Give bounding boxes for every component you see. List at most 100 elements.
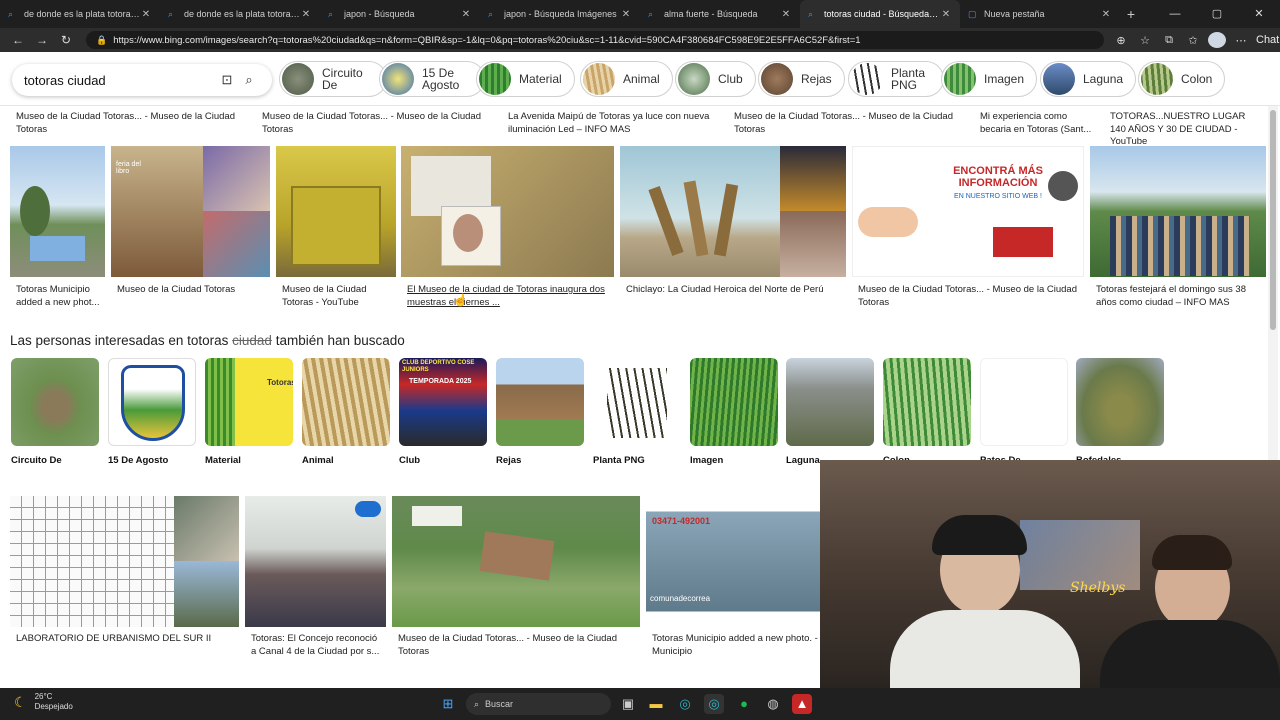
filter-chip[interactable]: 15 De Agosto xyxy=(379,61,485,97)
result-image[interactable]: ENCONTRÁ MÁS INFORMACIÓN EN NUESTRO SITI… xyxy=(852,146,1084,277)
result-image[interactable] xyxy=(245,496,386,627)
image-caption[interactable]: Museo de la Ciudad Totoras - YouTube xyxy=(282,284,392,309)
browser-tab[interactable]: ▢ Nueva pestaña ✕ xyxy=(960,0,1120,28)
weather-widget[interactable]: ☾ 26°C Despejado xyxy=(14,692,73,712)
image-caption[interactable]: Museo de la Ciudad Totoras... - Museo de… xyxy=(262,111,487,136)
search-box[interactable]: totoras ciudad ⊡ ⌕ xyxy=(12,64,272,96)
related-thumbnail[interactable] xyxy=(593,358,681,446)
file-explorer-icon[interactable]: ▬ xyxy=(646,694,666,714)
windows-start-icon[interactable]: ⊞ xyxy=(438,694,458,714)
address-bar[interactable]: 🔒 https://www.bing.com/images/search?q=to… xyxy=(86,31,1104,49)
related-thumbnail[interactable] xyxy=(108,358,196,446)
browser-tab[interactable]: ⌕ japon - Búsqueda Imágenes ✕ xyxy=(480,0,640,28)
new-tab-icon[interactable]: + xyxy=(1120,0,1142,28)
image-caption[interactable]: Mi experiencia como becaria en Totoras (… xyxy=(980,111,1095,136)
filter-chip[interactable]: Colon xyxy=(1138,61,1226,97)
related-label[interactable]: 15 De Agosto xyxy=(108,455,168,466)
favorite-icon[interactable]: ☆ xyxy=(1136,34,1154,47)
filter-chip[interactable]: Rejas xyxy=(758,61,845,97)
copilot-chat-button[interactable]: Chat xyxy=(1256,34,1279,46)
image-caption[interactable]: LABORATORIO DE URBANISMO DEL SUR II xyxy=(16,633,236,646)
filter-chip[interactable]: Laguna xyxy=(1040,61,1137,97)
result-image[interactable] xyxy=(1090,146,1266,277)
filter-chip[interactable]: Club xyxy=(675,61,756,97)
related-thumbnail[interactable]: Totoras xyxy=(205,358,293,446)
filter-chip[interactable]: Animal xyxy=(580,61,673,97)
image-caption[interactable]: TOTORAS...NUESTRO LUGAR 140 AÑOS Y 30 DE… xyxy=(1110,111,1260,149)
related-label[interactable]: Material xyxy=(205,455,241,466)
maximize-icon[interactable]: ▢ xyxy=(1196,0,1238,28)
image-caption[interactable]: El Museo de la ciudad de Totoras inaugur… xyxy=(407,284,612,309)
more-icon[interactable]: ⋯ xyxy=(1232,34,1250,47)
related-label[interactable]: Planta PNG xyxy=(593,455,645,466)
result-image[interactable] xyxy=(276,146,396,277)
result-image[interactable] xyxy=(392,496,640,627)
close-icon[interactable]: ✕ xyxy=(140,9,152,20)
scrollbar-thumb[interactable] xyxy=(1270,110,1276,330)
related-label[interactable]: Laguna xyxy=(786,455,820,466)
close-icon[interactable]: ✕ xyxy=(300,9,312,20)
image-caption[interactable]: Totoras festejará el domingo sus 38 años… xyxy=(1096,284,1261,309)
result-image[interactable] xyxy=(10,496,239,627)
image-caption[interactable]: Chiclayo: La Ciudad Heroica del Norte de… xyxy=(626,284,841,297)
result-image[interactable] xyxy=(10,146,105,277)
result-image[interactable]: feria del libro xyxy=(111,146,270,277)
app-icon[interactable]: ▲ xyxy=(792,694,812,714)
profile-avatar[interactable] xyxy=(1208,32,1226,48)
result-image[interactable] xyxy=(620,146,846,277)
taskbar-search[interactable]: ⌕ Buscar xyxy=(466,693,611,715)
image-caption[interactable]: La Avenida Maipú de Totoras ya luce con … xyxy=(508,111,718,136)
related-label[interactable]: Imagen xyxy=(690,455,723,466)
related-thumbnail[interactable] xyxy=(1076,358,1164,446)
back-icon[interactable]: ← xyxy=(6,33,30,47)
filter-chip[interactable]: Imagen xyxy=(941,61,1038,97)
related-label[interactable]: Animal xyxy=(302,455,334,466)
result-image[interactable]: 03471-492001 comunadecorrea xyxy=(646,496,822,627)
close-icon[interactable]: ✕ xyxy=(460,9,472,20)
related-thumbnail[interactable] xyxy=(690,358,778,446)
close-icon[interactable]: ✕ xyxy=(1100,9,1112,20)
related-label[interactable]: Rejas xyxy=(496,455,521,466)
filter-chip[interactable]: Material xyxy=(476,61,575,97)
favorites-bar-icon[interactable]: ✩ xyxy=(1184,34,1202,47)
image-caption[interactable]: Museo de la Ciudad Totoras... - Museo de… xyxy=(734,111,959,136)
forward-icon[interactable]: → xyxy=(30,33,54,47)
close-icon[interactable]: ✕ xyxy=(780,9,792,20)
close-icon[interactable]: ✕ xyxy=(940,9,952,20)
steam-icon[interactable]: ◍ xyxy=(763,694,783,714)
minimize-icon[interactable]: — xyxy=(1154,0,1196,28)
related-label[interactable]: Circuito De xyxy=(11,455,62,466)
related-thumbnail[interactable] xyxy=(980,358,1068,446)
image-caption[interactable]: Totoras: El Concejo reconoció a Canal 4 … xyxy=(251,633,383,658)
image-caption[interactable]: Totoras Municipio added a new photo. - M… xyxy=(652,633,820,658)
spotify-icon[interactable]: ● xyxy=(734,694,754,714)
browser-tab[interactable]: ⌕ de donde es la plata totoras - Búsqueda… xyxy=(160,0,320,28)
filter-chip[interactable]: Planta PNG xyxy=(848,61,944,97)
extensions-icon[interactable]: ⧉ xyxy=(1160,34,1178,47)
result-image[interactable] xyxy=(401,146,614,277)
refresh-icon[interactable]: ↻ xyxy=(54,33,78,47)
search-input[interactable]: totoras ciudad xyxy=(24,73,216,88)
close-icon[interactable]: ✕ xyxy=(620,9,632,20)
zoom-icon[interactable]: ⊕ xyxy=(1112,34,1130,47)
related-thumbnail[interactable] xyxy=(496,358,584,446)
related-thumbnail[interactable] xyxy=(883,358,971,446)
visual-search-icon[interactable]: ⊡ xyxy=(216,72,238,88)
image-caption[interactable]: Museo de la Ciudad Totoras... - Museo de… xyxy=(858,284,1083,309)
related-thumbnail[interactable] xyxy=(302,358,390,446)
related-label[interactable]: Club xyxy=(399,455,420,466)
edge-browser-icon[interactable]: ◎ xyxy=(675,694,695,714)
browser-tab[interactable]: ⌕ alma fuerte - Búsqueda ✕ xyxy=(640,0,800,28)
browser-tab[interactable]: ⌕ japon - Búsqueda ✕ xyxy=(320,0,480,28)
close-window-icon[interactable]: ✕ xyxy=(1238,0,1280,28)
browser-tab-active[interactable]: ⌕ totoras ciudad - Búsqueda Imágenes✕ xyxy=(800,0,960,28)
filter-chip[interactable]: Circuito De xyxy=(279,61,387,97)
image-caption[interactable]: Museo de la Ciudad Totoras xyxy=(117,284,267,297)
browser-tab[interactable]: ⌕ de donde es la plata totoras - Búsqueda… xyxy=(0,0,160,28)
edge-active-icon[interactable]: ◎ xyxy=(704,694,724,714)
task-view-icon[interactable]: ▣ xyxy=(618,694,638,714)
search-icon[interactable]: ⌕ xyxy=(238,72,260,88)
related-thumbnail[interactable]: CLUB DEPORTIVO COSE JUNIORS TEMPORADA 202… xyxy=(399,358,487,446)
image-caption[interactable]: Museo de la Ciudad Totoras... - Museo de… xyxy=(16,111,241,136)
related-thumbnail[interactable] xyxy=(11,358,99,446)
